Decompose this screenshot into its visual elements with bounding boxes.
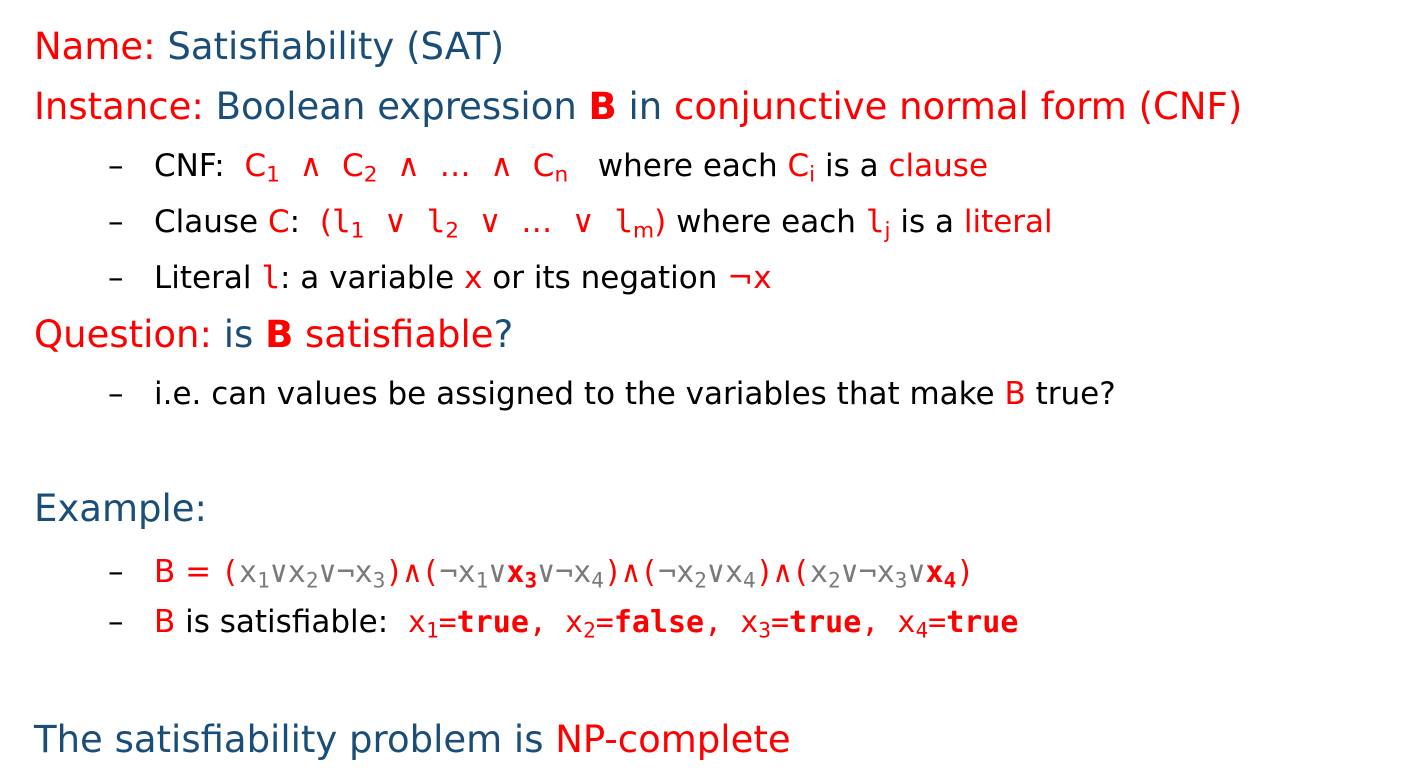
conclusion-line: The satisfiability problem is NP-complet… xyxy=(34,718,791,762)
cnf-where: where each xyxy=(597,148,778,184)
literal-text2: or its negation xyxy=(492,260,718,296)
question-mark: ? xyxy=(493,313,514,356)
bullet-dash: – xyxy=(108,148,124,184)
literal-negx: ¬x xyxy=(727,260,772,296)
clause-c: C xyxy=(268,204,290,240)
clause-label: Clause xyxy=(154,204,259,240)
example-var: B xyxy=(154,604,176,640)
ie-var: B xyxy=(1004,376,1026,412)
bullet-dash: – xyxy=(108,204,124,240)
question-satisfiable: satisfiable xyxy=(305,313,494,356)
example-label: Example: xyxy=(34,487,207,530)
bullet-dash: – xyxy=(108,604,124,640)
question-var: B xyxy=(265,313,294,356)
clause-lj: lj xyxy=(865,204,891,244)
clause-where: where each xyxy=(676,204,856,240)
instance-label: Instance: xyxy=(34,85,204,128)
cnf-is-a: is a xyxy=(825,148,879,184)
conclusion-np: NP-complete xyxy=(555,718,791,761)
name-line: Name: Satisfiability (SAT) xyxy=(34,25,504,69)
name-label: Name: xyxy=(34,25,156,68)
clause-is-a: is a xyxy=(900,204,954,240)
clause-bullet: – Clause C: (l1 ∨ l2 ∨ … ∨ lm) where each… xyxy=(108,202,1053,242)
example-lhs: B = xyxy=(154,554,221,590)
cnf-clause-word: clause xyxy=(888,148,989,184)
example-heading: Example: xyxy=(34,487,207,531)
bullet-dash: – xyxy=(108,376,124,412)
literal-x: x xyxy=(464,260,483,296)
cnf-label: CNF: xyxy=(154,148,225,184)
ie-text1: i.e. can values be assigned to the varia… xyxy=(154,376,995,412)
clause-colon: : xyxy=(289,204,301,240)
clause-formula: (l1 ∨ l2 ∨ … ∨ lm) xyxy=(319,204,667,244)
ie-text2: true? xyxy=(1035,376,1116,412)
literal-bullet: – Literal l: a variable x or its negation… xyxy=(108,258,772,298)
bullet-dash: – xyxy=(108,260,124,296)
example-formula: (x1∨x2∨¬x3)∧(¬x1∨x3∨¬x4)∧(¬x2∨x4)∧(x2∨¬x… xyxy=(220,555,975,593)
literal-text1: : a variable xyxy=(280,260,455,296)
ie-bullet: – i.e. can values be assigned to the vari… xyxy=(108,374,1116,414)
instance-cnf: conjunctive normal form (CNF) xyxy=(674,85,1243,128)
example-assignment: x1=true, x2=false, x3=true, x4=true xyxy=(407,605,1019,643)
clause-literal-word: literal xyxy=(963,204,1053,240)
question-line: Question: is B satisfiable? xyxy=(34,313,513,357)
literal-l: l xyxy=(261,260,280,296)
instance-line: Instance: Boolean expression B in conjun… xyxy=(34,85,1242,129)
literal-label: Literal xyxy=(154,260,252,296)
instance-text2: in xyxy=(628,85,663,128)
cnf-formula: C1 ∧ C2 ∧ … ∧ Cn xyxy=(244,148,569,188)
question-is: is xyxy=(223,313,254,356)
question-label: Question: xyxy=(34,313,212,356)
example-assignment-bullet: – B is satisfiable: x1=true, x2=false, x3… xyxy=(108,602,1018,643)
conclusion-text: The satisfiability problem is xyxy=(34,718,544,761)
bullet-dash: – xyxy=(108,554,124,590)
instance-var: B xyxy=(588,85,617,128)
instance-text1: Boolean expression xyxy=(215,85,577,128)
cnf-ci: Ci xyxy=(787,148,816,188)
example-satisfiable-text: is satisfiable: xyxy=(185,604,389,640)
name-value: Satisfiability (SAT) xyxy=(167,25,505,68)
example-formula-bullet: – B = (x1∨x2∨¬x3)∧(¬x1∨x3∨¬x4)∧(¬x2∨x4)∧(… xyxy=(108,552,974,593)
cnf-bullet: – CNF: C1 ∧ C2 ∧ … ∧ Cn where each Ci is … xyxy=(108,146,988,186)
